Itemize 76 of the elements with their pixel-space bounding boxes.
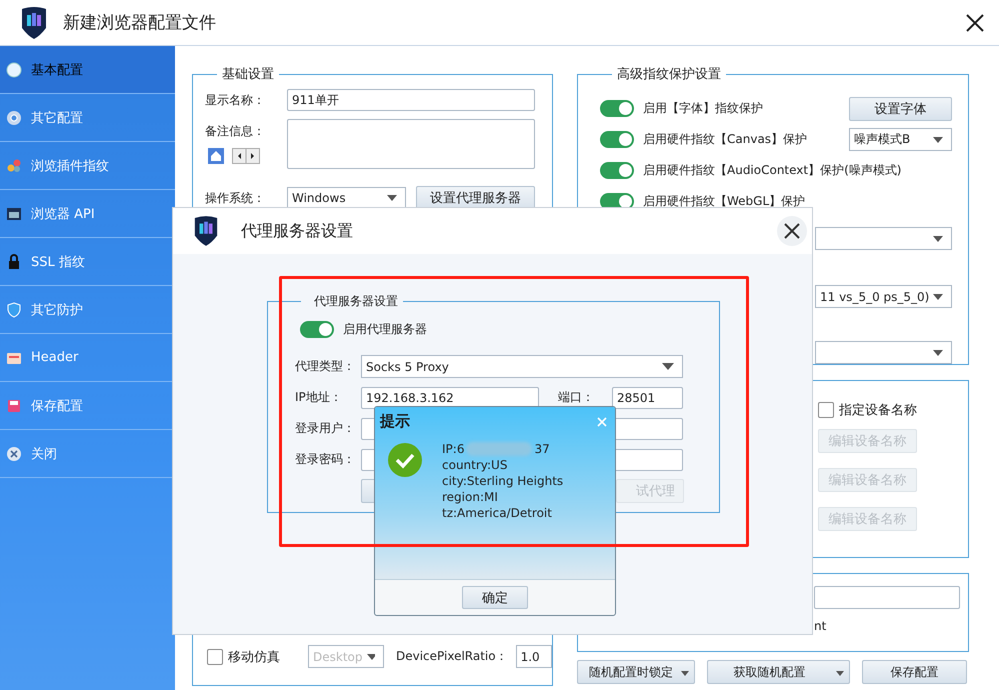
toggle-label: 启用代理服务器 (343, 321, 427, 338)
alert-text: 37 (534, 441, 550, 457)
toggle-switch[interactable] (600, 100, 634, 117)
alert-title: 提示 (380, 412, 410, 431)
logo-icon (20, 6, 48, 40)
alert-text: country:US (442, 457, 508, 473)
home-icon[interactable] (208, 148, 224, 164)
notes-field[interactable] (287, 119, 535, 169)
caret-icon (933, 294, 943, 300)
alert-text: region:MI (442, 489, 499, 505)
caret-icon (933, 236, 943, 242)
dropdown[interactable] (815, 227, 952, 250)
redaction-mark (466, 442, 532, 456)
caret-icon (933, 350, 943, 356)
ok-button[interactable]: 确定 (462, 586, 528, 609)
toggle-label: 启用硬件指纹【Canvas】保护 (643, 131, 808, 148)
group-title: 基础设置 (221, 66, 275, 83)
footer-button[interactable]: 获取随机配置 (707, 660, 850, 684)
close-icon[interactable] (965, 12, 985, 32)
caret-icon (387, 195, 397, 201)
font-settings-button[interactable]: 设置字体 (849, 96, 952, 120)
port-field[interactable]: 28501 (612, 386, 683, 408)
os-dropdown[interactable]: Windows (287, 186, 406, 210)
ratio-dropdown[interactable]: 1.0 (516, 645, 552, 668)
name-field[interactable]: 911单开 (287, 89, 535, 111)
group-title: 代理服务器设置 (313, 293, 399, 310)
field-label: 端口： (558, 389, 595, 406)
ip-field[interactable]: 192.168.3.162 (361, 386, 539, 408)
checkbox[interactable] (818, 402, 834, 418)
shield-icon (6, 302, 22, 318)
field-label: 操作系统： (205, 190, 266, 206)
toggle-label: 启用硬件指纹【AudioContext】保护(噪声模式) (643, 162, 902, 179)
close-icon (6, 446, 22, 462)
checkbox-label: 指定设备名称 (839, 402, 917, 419)
toggle-label: 启用硬件指纹【WebGL】保护 (643, 193, 806, 210)
dialog-title: 代理服务器设置 (241, 220, 353, 242)
field-label: 登录用户： (295, 420, 356, 437)
toggle-switch[interactable] (300, 321, 334, 338)
window-title: 新建浏览器配置文件 (63, 12, 216, 34)
success-icon (388, 443, 422, 477)
browser-icon (6, 110, 22, 126)
field-label: 代理类型： (295, 358, 356, 375)
option-label: nt (814, 619, 828, 633)
field-label: 备注信息： (205, 123, 266, 140)
close-icon[interactable] (777, 216, 807, 246)
arrow-buttons[interactable] (232, 148, 260, 164)
text-field[interactable] (814, 586, 960, 609)
sidebar-item[interactable]: 其它配置 (0, 94, 175, 142)
toggle-switch[interactable] (600, 131, 634, 148)
checkbox-label: 移动仿真 (228, 648, 280, 666)
sidebar-item[interactable]: 浏览插件指纹 (0, 142, 175, 190)
sidebar-item[interactable]: 基本配置 (0, 46, 175, 94)
alert-text: IP:6 (442, 441, 464, 457)
caret-icon (366, 654, 375, 660)
alert-text: tz:America/Detroit (442, 505, 553, 521)
footer-button[interactable]: 随机配置时锁定 (577, 660, 695, 684)
caret-icon (933, 136, 943, 142)
checkbox[interactable] (207, 648, 223, 664)
webgl-dropdown[interactable]: 11 vs_5_0 ps_5_0) (815, 285, 952, 308)
lock-icon (6, 254, 22, 270)
field-label: DevicePixelRatio： (396, 648, 508, 665)
footer-button[interactable]: 保存配置 (862, 660, 967, 684)
proxy-type-dropdown[interactable]: Socks 5 Proxy (361, 355, 683, 378)
group-title: 高级指纹保护设置 (616, 66, 722, 83)
save-icon (6, 398, 22, 414)
field-label: IP地址： (295, 389, 343, 406)
toggle-switch[interactable] (600, 162, 634, 179)
alert-text: city:Sterling Heights (442, 473, 564, 489)
dropdown[interactable] (815, 341, 952, 364)
toggle-label: 启用【字体】指纹保护 (643, 100, 763, 117)
logo-icon (193, 214, 219, 248)
caret-icon (662, 363, 674, 370)
field-label: 显示名称： (205, 92, 266, 108)
field-label: 登录密码： (295, 451, 356, 468)
gears-icon (6, 158, 22, 174)
noise-mode-dropdown[interactable]: 噪声模式B (849, 128, 952, 151)
